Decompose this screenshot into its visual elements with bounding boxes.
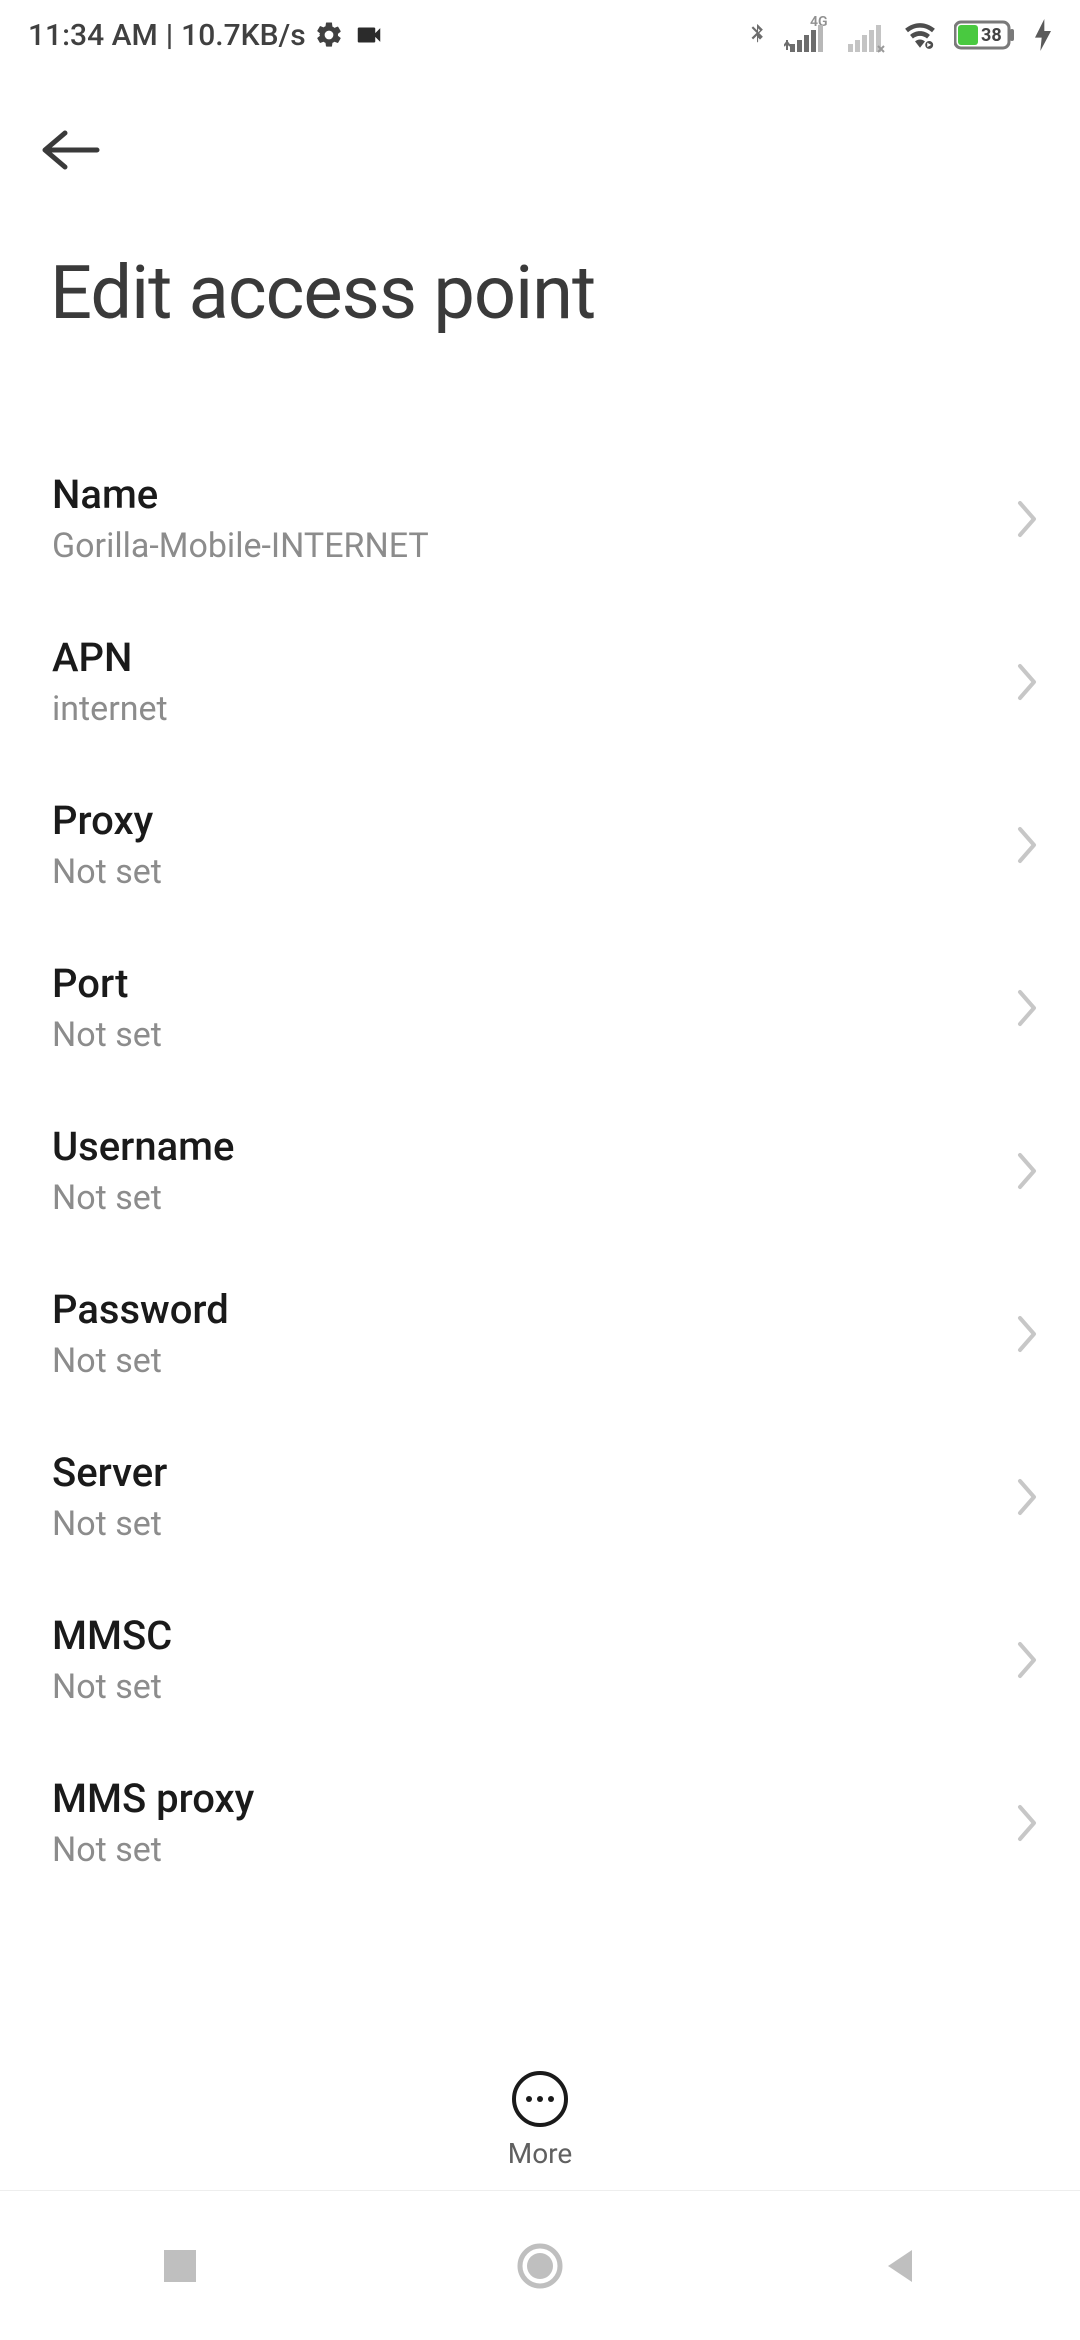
chevron-right-icon: [1014, 499, 1040, 539]
nav-recent-button[interactable]: [120, 2226, 240, 2306]
setting-row-name[interactable]: Name Gorilla-Mobile-INTERNET: [0, 437, 1080, 600]
setting-label: APN: [52, 634, 168, 681]
setting-value: Not set: [52, 1015, 162, 1055]
setting-label: Password: [52, 1286, 229, 1333]
setting-value: Not set: [52, 1341, 229, 1381]
setting-label: MMS proxy: [52, 1775, 254, 1822]
back-button[interactable]: [30, 110, 110, 190]
chevron-right-icon: [1014, 988, 1040, 1028]
setting-value: internet: [52, 689, 168, 729]
system-nav-bar: [0, 2190, 1080, 2340]
triangle-left-icon: [880, 2246, 920, 2286]
circle-icon: [516, 2242, 564, 2290]
setting-row-username[interactable]: Username Not set: [0, 1089, 1080, 1252]
square-icon: [160, 2246, 200, 2286]
setting-label: Server: [52, 1449, 167, 1496]
chevron-right-icon: [1014, 1803, 1040, 1843]
arrow-left-icon: [35, 125, 105, 175]
setting-value: Not set: [52, 1830, 254, 1870]
gear-icon: [314, 20, 344, 50]
bluetooth-icon: [744, 18, 770, 52]
chevron-right-icon: [1014, 1477, 1040, 1517]
setting-value: Not set: [52, 1178, 234, 1218]
more-icon: [512, 2071, 568, 2127]
page-title: Edit access point: [50, 250, 1040, 337]
apn-settings-list: Name Gorilla-Mobile-INTERNET APN interne…: [0, 437, 1080, 1904]
signal-sim2-icon: [842, 16, 886, 54]
setting-value: Not set: [52, 1504, 167, 1544]
setting-value: Gorilla-Mobile-INTERNET: [52, 526, 429, 566]
nav-back-button[interactable]: [840, 2226, 960, 2306]
setting-row-proxy[interactable]: Proxy Not set: [0, 763, 1080, 926]
setting-value: Not set: [52, 1667, 172, 1707]
status-network-speed: 10.7KB/s: [181, 18, 306, 53]
status-bar: 11:34 AM | 10.7KB/s 4G: [0, 0, 1080, 70]
setting-row-port[interactable]: Port Not set: [0, 926, 1080, 1089]
more-button[interactable]: More: [0, 2051, 1080, 2170]
chevron-right-icon: [1014, 825, 1040, 865]
chevron-right-icon: [1014, 1151, 1040, 1191]
status-time: 11:34 AM: [28, 18, 158, 53]
setting-label: Proxy: [52, 797, 162, 844]
status-separator: |: [166, 18, 173, 53]
setting-label: MMSC: [52, 1612, 172, 1659]
video-camera-icon: [352, 20, 386, 50]
svg-text:38: 38: [981, 25, 1002, 46]
chevron-right-icon: [1014, 1314, 1040, 1354]
more-label: More: [508, 2137, 573, 2170]
chevron-right-icon: [1014, 1640, 1040, 1680]
setting-label: Port: [52, 960, 162, 1007]
setting-row-mmsc[interactable]: MMSC Not set: [0, 1578, 1080, 1741]
charging-icon: [1034, 19, 1052, 51]
setting-row-apn[interactable]: APN internet: [0, 600, 1080, 763]
setting-value: Not set: [52, 852, 162, 892]
wifi-icon: [900, 18, 940, 52]
setting-label: Name: [52, 471, 429, 518]
signal-sim1-icon: 4G: [784, 16, 828, 54]
nav-home-button[interactable]: [480, 2226, 600, 2306]
setting-row-password[interactable]: Password Not set: [0, 1252, 1080, 1415]
setting-label: Username: [52, 1123, 234, 1170]
battery-icon: 38: [954, 19, 1020, 51]
chevron-right-icon: [1014, 662, 1040, 702]
setting-row-server[interactable]: Server Not set: [0, 1415, 1080, 1578]
setting-row-mms-proxy[interactable]: MMS proxy Not set: [0, 1741, 1080, 1904]
